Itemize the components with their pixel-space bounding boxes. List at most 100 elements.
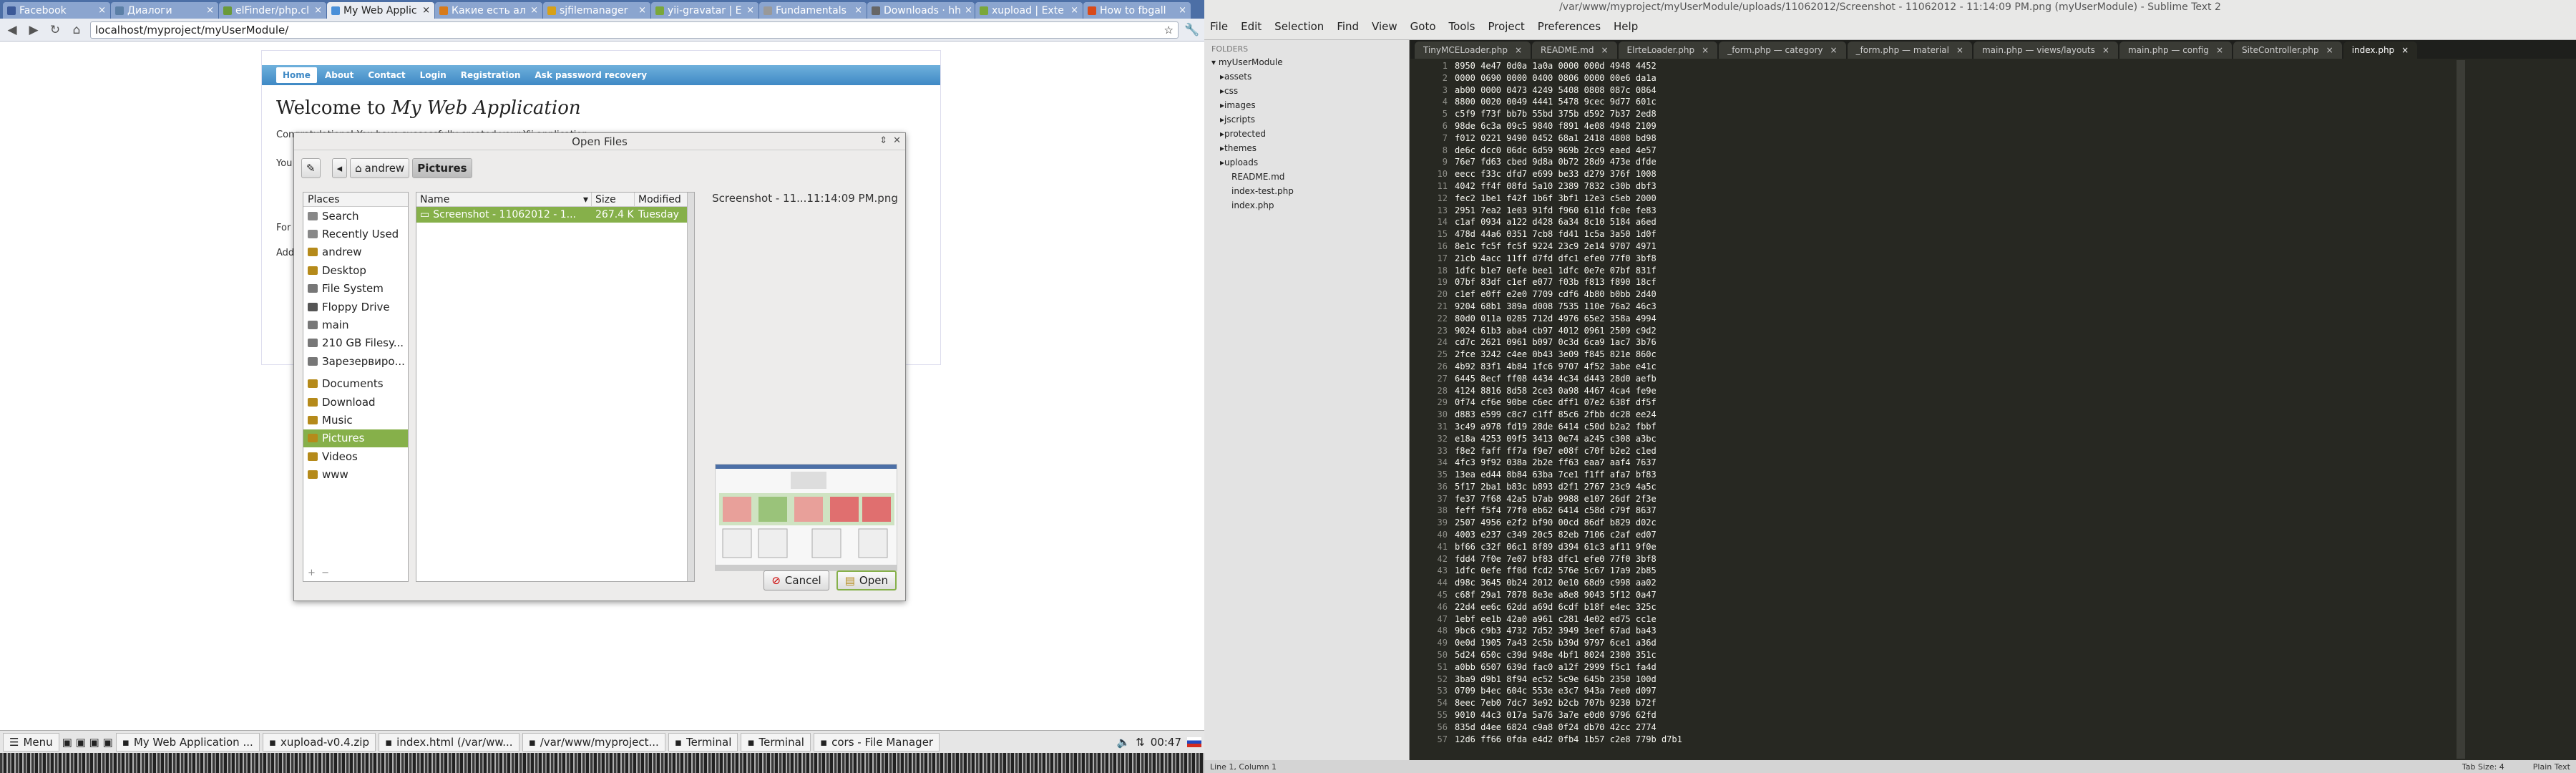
editor-tab[interactable]: README.md × (1532, 42, 1617, 59)
close-icon[interactable]: × (1070, 5, 1078, 16)
bookmark-star-icon[interactable]: ☆ (1164, 24, 1174, 37)
taskbar-item[interactable]: ▪ Terminal (668, 732, 738, 752)
place-item[interactable]: Search (303, 207, 408, 225)
minimap[interactable] (2457, 60, 2465, 759)
place-item[interactable]: Desktop (303, 261, 408, 279)
reload-icon[interactable]: ↻ (47, 22, 63, 38)
browser-tab[interactable]: My Web Applic × (327, 2, 434, 19)
start-menu-button[interactable]: ☰ Menu (3, 732, 59, 752)
close-icon[interactable]: × (1601, 45, 1608, 55)
menu-item[interactable]: Goto (1410, 20, 1436, 33)
place-item[interactable]: File System (303, 280, 408, 298)
path-button-home[interactable]: ⌂ andrew (350, 158, 410, 178)
file-list-scrollbar[interactable] (687, 193, 694, 581)
address-bar[interactable]: localhost/myproject/myUserModule/ ☆ (90, 21, 1179, 39)
browser-tab[interactable]: sjfilemanager × (543, 2, 650, 19)
editor-tab[interactable]: SiteController.php × (2233, 42, 2342, 59)
editor-tab[interactable]: index.php × (2343, 42, 2418, 59)
path-button-pictures[interactable]: Pictures (412, 158, 472, 178)
browser-tab[interactable]: Какие есть ал × (435, 2, 542, 19)
close-icon[interactable]: × (206, 5, 214, 16)
tree-item[interactable]: ▸ uploads (1204, 155, 1409, 170)
taskbar-item[interactable]: ▪ cors - File Manager (813, 732, 940, 752)
close-icon[interactable]: × (1515, 45, 1522, 55)
close-icon[interactable]: × (638, 5, 646, 16)
menu-item[interactable]: Tools (1449, 20, 1475, 33)
browser-tab[interactable]: Facebook × (3, 2, 110, 19)
column-modified[interactable]: Modified (635, 193, 685, 206)
place-item[interactable]: 210 GB Filesy... (303, 334, 408, 352)
menu-item[interactable]: Help (1614, 20, 1638, 33)
tree-item[interactable]: ▸ assets (1204, 69, 1409, 84)
close-icon[interactable]: × (1179, 5, 1186, 16)
open-button[interactable]: ▤ Open (836, 570, 897, 590)
tree-item[interactable]: index-test.php (1204, 184, 1409, 198)
menu-item[interactable]: Preferences (1538, 20, 1601, 33)
taskbar-item[interactable]: ▪ /var/www/myproject... (522, 732, 665, 752)
nav-link[interactable]: Login (414, 67, 453, 83)
close-icon[interactable]: ✕ (893, 135, 901, 146)
close-icon[interactable]: × (98, 5, 106, 16)
edit-location-button[interactable]: ✎ (301, 158, 321, 178)
editor-tab[interactable]: TinyMCELoader.php × (1415, 42, 1531, 59)
place-item[interactable]: Recently Used (303, 225, 408, 243)
browser-tab[interactable]: How to fbgall × (1083, 2, 1191, 19)
browser-tab[interactable]: xupload | Exte × (975, 2, 1083, 19)
editor-tab[interactable]: main.php — config × (2119, 42, 2232, 59)
nav-link[interactable]: Registration (454, 67, 527, 83)
close-icon[interactable]: × (530, 5, 538, 16)
place-item[interactable]: www (303, 465, 408, 483)
nav-link[interactable]: Ask password recovery (528, 67, 653, 83)
place-item[interactable]: Pictures (303, 429, 408, 448)
status-tab-size[interactable]: Tab Size: 4 (2462, 762, 2504, 772)
browser-tab[interactable]: elFinder/php.cl × (219, 2, 326, 19)
tree-item[interactable]: README.md (1204, 170, 1409, 184)
place-item[interactable]: Floppy Drive (303, 298, 408, 316)
back-icon[interactable]: ◀ (4, 22, 20, 38)
nav-link[interactable]: Contact (361, 67, 411, 83)
editor-tab[interactable]: _form.php — category × (1719, 42, 1846, 59)
maximize-icon[interactable]: ⇕ (879, 135, 887, 146)
tree-item[interactable]: ▸ themes (1204, 141, 1409, 155)
editor-tab[interactable]: main.php — views/layouts × (1973, 42, 2118, 59)
nav-link[interactable]: Home (276, 67, 317, 83)
menu-item[interactable]: Edit (1241, 20, 1262, 33)
home-icon[interactable]: ⌂ (69, 22, 84, 38)
browser-tab[interactable]: Fundamentals × (759, 2, 867, 19)
path-back-button[interactable]: ◂ (331, 158, 348, 178)
editor-tab[interactable]: _form.php — material × (1847, 42, 1972, 59)
close-icon[interactable]: × (1830, 45, 1838, 55)
menu-item[interactable]: View (1372, 20, 1397, 33)
tree-item[interactable]: ▸ css (1204, 84, 1409, 98)
nav-link[interactable]: About (318, 67, 360, 83)
tree-item[interactable]: ▸ images (1204, 98, 1409, 112)
menu-item[interactable]: Selection (1274, 20, 1324, 33)
place-item[interactable]: andrew (303, 243, 408, 261)
network-icon[interactable]: ⇅ (1136, 736, 1145, 749)
remove-icon[interactable]: − (321, 568, 329, 578)
close-icon[interactable]: × (1702, 45, 1709, 55)
place-item[interactable]: Download (303, 393, 408, 411)
close-icon[interactable]: × (746, 5, 754, 16)
place-item[interactable]: Documents (303, 375, 408, 393)
close-icon[interactable]: × (2326, 45, 2333, 55)
cancel-button[interactable]: ⊘ Cancel (763, 570, 829, 590)
code-editor[interactable]: 8950 4e47 0d0a 1a0a 0000 000d 4948 4452 0… (1455, 60, 2385, 759)
taskbar-item[interactable]: ▪ xupload-v0.4.zip (262, 732, 376, 752)
menu-item[interactable]: Project (1488, 20, 1524, 33)
tree-item[interactable]: ▸ jscripts (1204, 112, 1409, 127)
place-item[interactable]: Videos (303, 447, 408, 465)
taskbar-item[interactable]: ▪ index.html (/var/ww... (378, 732, 519, 752)
tree-item[interactable]: index.php (1204, 198, 1409, 213)
status-syntax[interactable]: Plain Text (2533, 762, 2570, 772)
close-icon[interactable]: × (854, 5, 862, 16)
flag-icon[interactable] (1187, 736, 1201, 747)
close-icon[interactable]: × (314, 5, 322, 16)
add-icon[interactable]: + (308, 568, 316, 578)
browser-tab[interactable]: Downloads · hh × (867, 2, 975, 19)
close-icon[interactable]: × (2216, 45, 2223, 55)
close-icon[interactable]: × (965, 5, 972, 16)
address-url[interactable]: localhost/myproject/myUserModule/ (95, 24, 1160, 37)
browser-tab[interactable]: yii-gravatar | E × (651, 2, 758, 19)
column-size[interactable]: Size (592, 193, 635, 206)
